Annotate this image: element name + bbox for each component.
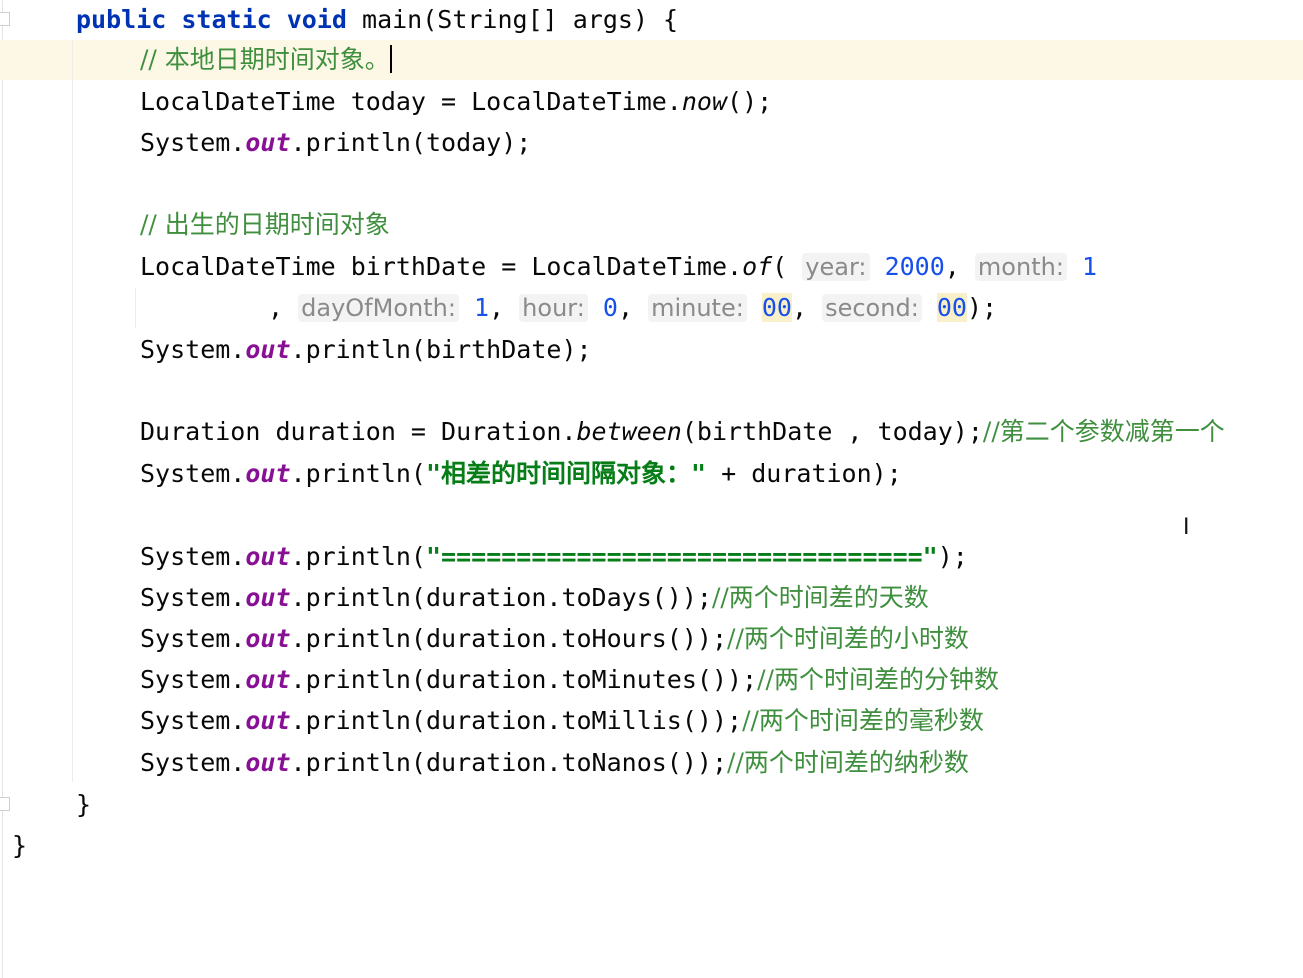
field-out: out: [245, 748, 291, 777]
code-text: LocalDateTime today = LocalDateTime.: [140, 87, 682, 116]
method-name: now: [681, 87, 728, 116]
comment-text: //两个时间差的天数: [711, 583, 929, 612]
code-text: System.: [140, 624, 246, 653]
code-line-print-today[interactable]: System.out.println(today);: [140, 123, 531, 163]
code-text: LocalDateTime birthDate = LocalDateTime.: [140, 252, 743, 281]
number-literal-warning: 00: [761, 293, 792, 322]
code-line-print-hours[interactable]: System.out.println(duration.toHours());/…: [140, 619, 969, 659]
indent-guide-continuation: [135, 288, 136, 328]
code-line-main-signature[interactable]: public static void main(String[] args) {: [76, 0, 678, 40]
code-text: ,: [489, 293, 505, 322]
closing-brace: }: [12, 831, 28, 860]
code-line-close-class[interactable]: }: [12, 826, 27, 866]
code-text: + duration);: [706, 459, 902, 488]
string-literal: "相差的时间间隔对象：": [425, 459, 707, 488]
code-text: ,: [268, 293, 284, 322]
code-text: (birthDate , today);: [681, 417, 983, 446]
field-out: out: [245, 335, 291, 364]
code-line-print-nanos[interactable]: System.out.println(duration.toNanos());/…: [140, 743, 969, 783]
code-line-birth-args[interactable]: , dayOfMonth: 1, hour: 0, minute: 00, se…: [268, 288, 997, 328]
code-line-comment-birth[interactable]: // 出生的日期时间对象: [140, 205, 390, 245]
code-text: .println(: [290, 459, 426, 488]
inlay-hint-hour: hour:: [519, 294, 588, 322]
number-literal-warning: 00: [936, 293, 967, 322]
number-literal: 1: [473, 293, 490, 322]
code-text: System.: [140, 583, 246, 612]
code-text: System.: [140, 335, 246, 364]
code-text: System.: [140, 748, 246, 777]
code-text: System.: [140, 706, 246, 735]
code-text: .println(today);: [290, 128, 532, 157]
code-text: System.: [140, 128, 246, 157]
inlay-hint-day: dayOfMonth:: [298, 294, 459, 322]
code-line-close-method[interactable]: }: [76, 785, 91, 825]
editor-gutter-divider: [2, 0, 3, 978]
code-line-print-days[interactable]: System.out.println(duration.toDays());//…: [140, 578, 929, 618]
fold-open-icon[interactable]: [0, 12, 10, 26]
text-cursor-ibeam-icon: I: [1183, 515, 1190, 540]
indent-guide: [72, 40, 73, 782]
field-out: out: [245, 459, 291, 488]
inlay-hint-second: second:: [822, 294, 922, 322]
comment-text: //两个时间差的纳秒数: [727, 748, 969, 777]
field-out: out: [245, 624, 291, 653]
code-text: .println(: [290, 542, 426, 571]
code-line-duration-decl[interactable]: Duration duration = Duration.between(bir…: [140, 412, 1225, 452]
inlay-hint-month: month:: [974, 253, 1067, 281]
code-text: Duration duration = Duration.: [140, 417, 577, 446]
code-text: .println(duration.toMinutes());: [290, 665, 758, 694]
code-line-print-duration[interactable]: System.out.println("相差的时间间隔对象：" + durati…: [140, 454, 902, 494]
string-literal: "================================": [425, 542, 938, 571]
method-name: of: [742, 252, 773, 281]
code-text: .println(duration.toNanos());: [290, 748, 728, 777]
code-line-print-millis[interactable]: System.out.println(duration.toMillis());…: [140, 701, 984, 741]
comment-text: //第二个参数减第一个: [982, 417, 1225, 446]
code-line-print-separator[interactable]: System.out.println("====================…: [140, 537, 968, 577]
comment-text: // 出生的日期时间对象: [140, 210, 390, 239]
field-out: out: [245, 706, 291, 735]
keyword-public: public: [76, 5, 167, 34]
code-text: .println(duration.toDays());: [290, 583, 712, 612]
code-text: ,: [944, 252, 960, 281]
comment-text: //两个时间差的毫秒数: [742, 706, 984, 735]
number-literal: 0: [602, 293, 618, 322]
code-line-comment-today[interactable]: // 本地日期时间对象。: [140, 40, 392, 80]
comment-text: //两个时间差的小时数: [727, 624, 969, 653]
method-signature: main(String[] args) {: [346, 5, 679, 34]
code-line-print-minutes[interactable]: System.out.println(duration.toMinutes())…: [140, 660, 999, 700]
method-name: between: [576, 417, 682, 446]
code-text: );: [966, 293, 998, 322]
code-text: System.: [140, 665, 246, 694]
code-text: .println(duration.toMillis());: [290, 706, 743, 735]
keyword-static: static: [181, 5, 272, 34]
code-text: .println(birthDate);: [290, 335, 592, 364]
field-out: out: [245, 665, 291, 694]
field-out: out: [245, 583, 291, 612]
field-out: out: [245, 128, 291, 157]
code-text: );: [937, 542, 968, 571]
code-text: .println(duration.toHours());: [290, 624, 728, 653]
code-text: ,: [791, 293, 808, 322]
inlay-hint-year: year:: [802, 253, 870, 281]
fold-close-icon[interactable]: [0, 797, 10, 811]
code-text: ,: [617, 293, 633, 322]
code-text: ();: [727, 87, 773, 116]
code-text: System.: [140, 459, 246, 488]
code-line-print-birth[interactable]: System.out.println(birthDate);: [140, 330, 592, 370]
code-line-birth-decl[interactable]: LocalDateTime birthDate = LocalDateTime.…: [140, 247, 1097, 287]
comment-text: // 本地日期时间对象。: [140, 45, 390, 74]
text-caret: [389, 45, 392, 73]
code-text: System.: [140, 542, 246, 571]
number-literal: 1: [1081, 252, 1098, 281]
keyword-void: void: [286, 5, 347, 34]
inlay-hint-minute: minute:: [648, 294, 747, 322]
closing-brace: }: [76, 790, 92, 819]
field-out: out: [245, 542, 291, 571]
code-text: (: [772, 252, 788, 281]
code-line-today-decl[interactable]: LocalDateTime today = LocalDateTime.now(…: [140, 82, 772, 122]
number-literal: 2000: [884, 252, 945, 281]
comment-text: //两个时间差的分钟数: [757, 665, 999, 694]
